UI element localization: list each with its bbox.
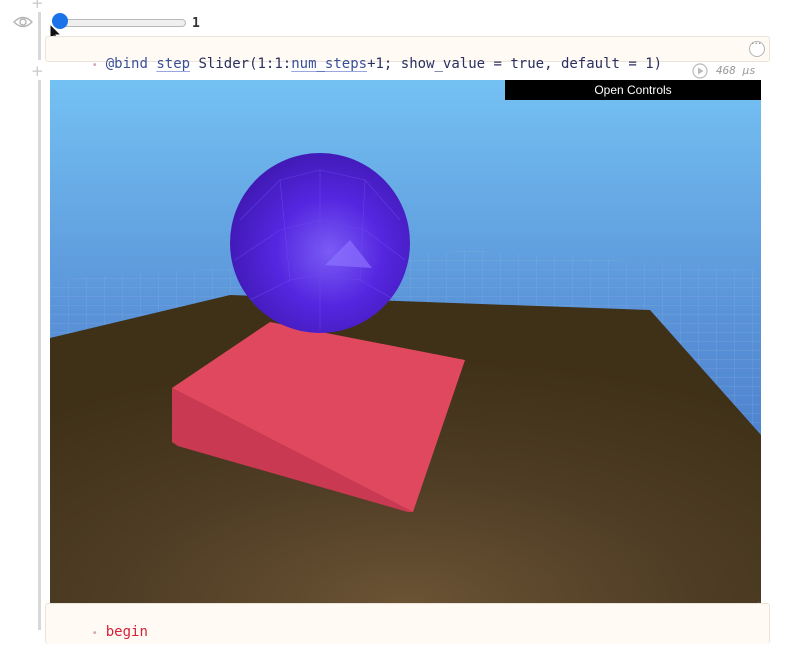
more-icon: ··· (751, 37, 762, 50)
scene-render (50, 80, 761, 603)
add-cell-button-top[interactable]: + (31, 0, 44, 11)
runtime-label: 468 μs (716, 64, 756, 77)
resize-handle-icon[interactable] (752, 594, 760, 603)
code-line: • begin (91, 624, 148, 640)
open-controls-button[interactable]: Open Controls (505, 80, 761, 100)
add-cell-button[interactable]: + (31, 64, 44, 79)
slider-track (58, 19, 186, 27)
cell-focus-bar (38, 12, 41, 60)
cell-bar (38, 80, 41, 630)
scene-viewport[interactable]: Open Controls (50, 80, 761, 603)
code-cell-2[interactable]: • begin (45, 603, 770, 644)
step-slider[interactable] (52, 12, 188, 32)
code-macro: @bind (105, 56, 148, 72)
eye-icon[interactable] (13, 14, 33, 30)
cell-menu-button[interactable]: ··· (749, 37, 765, 57)
code-variable: step (156, 56, 191, 72)
code-argument: num_steps (291, 56, 368, 72)
code-function: Slider(1:1: (198, 56, 292, 72)
code-keyword: begin (105, 624, 148, 640)
slider-value: 1 (192, 16, 200, 31)
run-cell-button[interactable] (692, 63, 708, 79)
code-rest: +1; show_value = true, default = 1) (367, 56, 663, 72)
code-cell-1[interactable]: • @bind step Slider(1:1:num_steps+1; show… (45, 36, 770, 72)
